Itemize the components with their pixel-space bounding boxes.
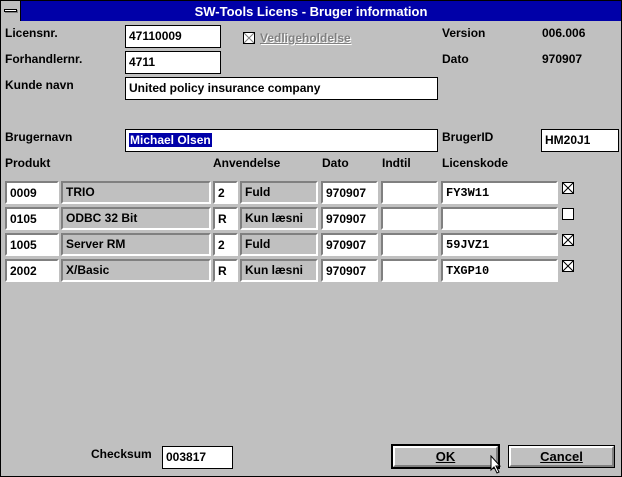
product-code-field[interactable]: 0009	[5, 181, 59, 204]
forhandlernr-field[interactable]: 4711	[125, 51, 221, 74]
licenskode-field[interactable]: 59JVZ1	[441, 233, 558, 256]
checkmark-icon	[563, 261, 573, 271]
brugernavn-selected-text: Michael Olsen	[129, 133, 212, 147]
row-checkbox[interactable]	[562, 260, 574, 272]
forhandlernr-label: Forhandlernr.	[5, 52, 83, 66]
system-menu-icon	[4, 9, 17, 12]
indtil-field[interactable]	[381, 233, 438, 256]
checksum-field[interactable]: 003817	[162, 446, 233, 469]
vedligeholdelse-checkbox[interactable]	[243, 32, 255, 44]
product-name-field: X/Basic	[61, 259, 211, 282]
indtil-field[interactable]	[381, 259, 438, 282]
licenskode-field[interactable]: FY3W11	[441, 181, 558, 204]
column-header-anvendelse: Anvendelse	[213, 156, 281, 170]
anvendelse-field: Kun læsni	[240, 207, 318, 230]
dato-field[interactable]: 970907	[321, 181, 378, 204]
kunde-navn-field[interactable]: United policy insurance company	[125, 77, 438, 100]
dato-field[interactable]: 970907	[321, 259, 378, 282]
cancel-button-label: Cancel	[540, 449, 583, 464]
checkmark-icon	[563, 235, 573, 245]
users-field[interactable]: R	[213, 207, 238, 230]
checksum-label: Checksum	[91, 447, 152, 461]
brugernavn-label: Brugernavn	[5, 130, 73, 144]
row-checkbox[interactable]	[562, 234, 574, 246]
licenskode-field[interactable]: TXGP10	[441, 259, 558, 282]
title-bar[interactable]: SW-Tools Licens - Bruger information	[1, 1, 621, 21]
dato-label: Dato	[442, 52, 469, 66]
cancel-button[interactable]: Cancel	[508, 445, 615, 468]
window-title: SW-Tools Licens - Bruger information	[194, 3, 428, 19]
checkmark-icon	[563, 183, 573, 193]
product-name-field: ODBC 32 Bit	[61, 207, 211, 230]
dialog-window: SW-Tools Licens - Bruger information Lic…	[0, 0, 622, 477]
users-field[interactable]: R	[213, 259, 238, 282]
licensnr-label: Licensnr.	[5, 26, 58, 40]
brugerid-field[interactable]: HM20J1	[541, 129, 619, 152]
kunde-navn-label: Kunde navn	[5, 78, 74, 92]
licensnr-field[interactable]: 47110009	[125, 25, 221, 48]
indtil-field[interactable]	[381, 181, 438, 204]
product-code-field[interactable]: 2002	[5, 259, 59, 282]
version-label: Version	[442, 26, 486, 40]
column-header-licenskode: Licenskode	[442, 156, 509, 170]
product-name-field: Server RM	[61, 233, 211, 256]
product-name-field: TRIO	[61, 181, 211, 204]
anvendelse-field: Kun læsni	[240, 259, 318, 282]
users-field[interactable]: 2	[213, 233, 238, 256]
column-header-produkt: Produkt	[5, 156, 51, 170]
brugerid-label: BrugerID	[442, 130, 494, 144]
ok-button-label: OK	[435, 449, 456, 464]
row-checkbox[interactable]	[562, 208, 574, 220]
checkmark-icon	[244, 33, 254, 43]
mouse-pointer-icon	[490, 455, 502, 474]
column-header-dato: Dato	[322, 156, 349, 170]
indtil-field[interactable]	[381, 207, 438, 230]
version-value: 006.006	[542, 26, 586, 40]
anvendelse-field: Fuld	[240, 233, 318, 256]
product-code-field[interactable]: 0105	[5, 207, 59, 230]
anvendelse-field: Fuld	[240, 181, 318, 204]
users-field[interactable]: 2	[213, 181, 238, 204]
dato-field[interactable]: 970907	[321, 233, 378, 256]
product-code-field[interactable]: 1005	[5, 233, 59, 256]
ok-button[interactable]: OK	[391, 444, 500, 469]
column-header-indtil: Indtil	[382, 156, 411, 170]
vedligeholdelse-label: Vedligeholdelse	[260, 31, 351, 45]
dato-value: 970907	[542, 52, 583, 66]
row-checkbox[interactable]	[562, 182, 574, 194]
licenskode-field[interactable]	[441, 207, 558, 230]
system-menu-button[interactable]	[1, 1, 21, 21]
dato-field[interactable]: 970907	[321, 207, 378, 230]
brugernavn-field[interactable]: Michael Olsen	[125, 129, 438, 152]
